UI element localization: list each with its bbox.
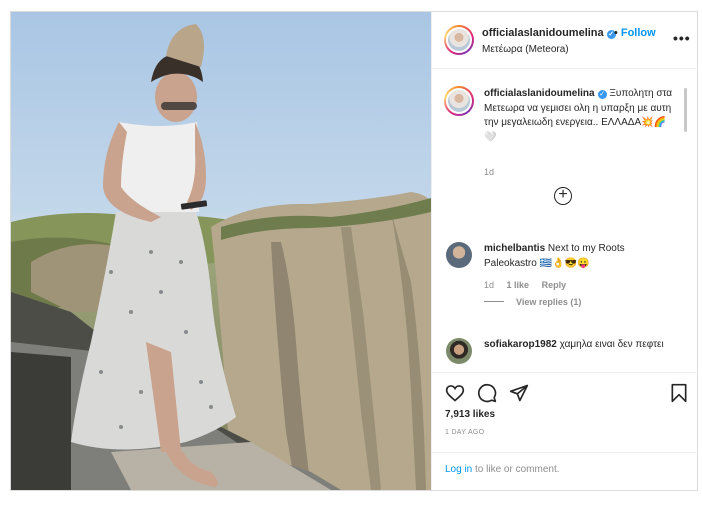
comment-likes[interactable]: 1 like — [507, 280, 530, 290]
comment-item: sofiakarop1982 χαμηλα ειναι δεν πεφτει — [484, 338, 664, 353]
heart-icon[interactable] — [445, 383, 465, 403]
post-dialog: officialaslanidoumelina ✓ • Follow Μετέωρα… — [10, 11, 698, 491]
post-photo[interactable] — [11, 12, 431, 490]
view-replies-button[interactable]: View replies (1) — [484, 297, 581, 307]
author-avatar[interactable] — [444, 25, 474, 55]
follow-label[interactable]: Follow — [621, 27, 656, 39]
comment-username[interactable]: sofiakarop1982 — [484, 339, 557, 350]
likes-count[interactable]: 7,913 likes — [445, 409, 495, 420]
comment-item: michelbantis Next to my Roots Paleokastr… — [484, 242, 664, 271]
share-icon[interactable] — [509, 383, 529, 403]
post-header: officialaslanidoumelina ✓ • Follow Μετέωρα… — [432, 12, 698, 69]
comments-scrollbar[interactable] — [684, 88, 687, 132]
caption-author-avatar[interactable] — [444, 86, 474, 116]
post-location[interactable]: Μετέωρα (Meteora) — [482, 44, 569, 55]
follow-button[interactable]: • Follow — [614, 27, 656, 39]
post-caption: officialaslanidoumelina ✓ Ξυπολητη στα Με… — [484, 87, 674, 145]
login-link[interactable]: Log in — [445, 464, 472, 475]
comments-scroll-area[interactable]: officialaslanidoumelina ✓ Ξυπολητη στα Με… — [432, 70, 698, 372]
comment-username[interactable]: michelbantis — [484, 243, 545, 254]
caption-username[interactable]: officialaslanidoumelina — [484, 88, 595, 99]
login-suffix: to like or comment. — [472, 464, 560, 475]
post-actions: 7,913 likes 1 DAY AGO — [432, 372, 698, 452]
verified-badge-icon: ✓ — [597, 90, 607, 99]
comment-icon[interactable] — [477, 383, 497, 403]
load-more-comments-icon[interactable]: + — [554, 187, 572, 205]
photo-illustration — [11, 24, 431, 490]
view-replies-label[interactable]: View replies (1) — [516, 297, 581, 307]
commenter-avatar[interactable] — [446, 338, 472, 364]
reply-button[interactable]: Reply — [542, 280, 567, 290]
comment-meta: 1d 1 like Reply — [484, 280, 576, 290]
comment-text: χαμηλα ειναι δεν πεφτει — [559, 339, 664, 350]
caption-time[interactable]: 1d — [484, 167, 494, 177]
posted-time[interactable]: 1 DAY AGO — [445, 429, 484, 436]
login-prompt: Log in to like or comment. — [432, 452, 698, 490]
more-options-icon[interactable]: ••• — [673, 30, 691, 46]
comment-time[interactable]: 1d — [484, 280, 494, 290]
commenter-avatar[interactable] — [446, 242, 472, 268]
author-username[interactable]: officialaslanidoumelina ✓ — [482, 27, 616, 39]
author-username-text[interactable]: officialaslanidoumelina — [482, 27, 604, 39]
bookmark-icon[interactable] — [669, 383, 689, 403]
post-side-panel: officialaslanidoumelina ✓ • Follow Μετέωρα… — [431, 12, 698, 490]
separator-dot: • — [614, 27, 618, 39]
